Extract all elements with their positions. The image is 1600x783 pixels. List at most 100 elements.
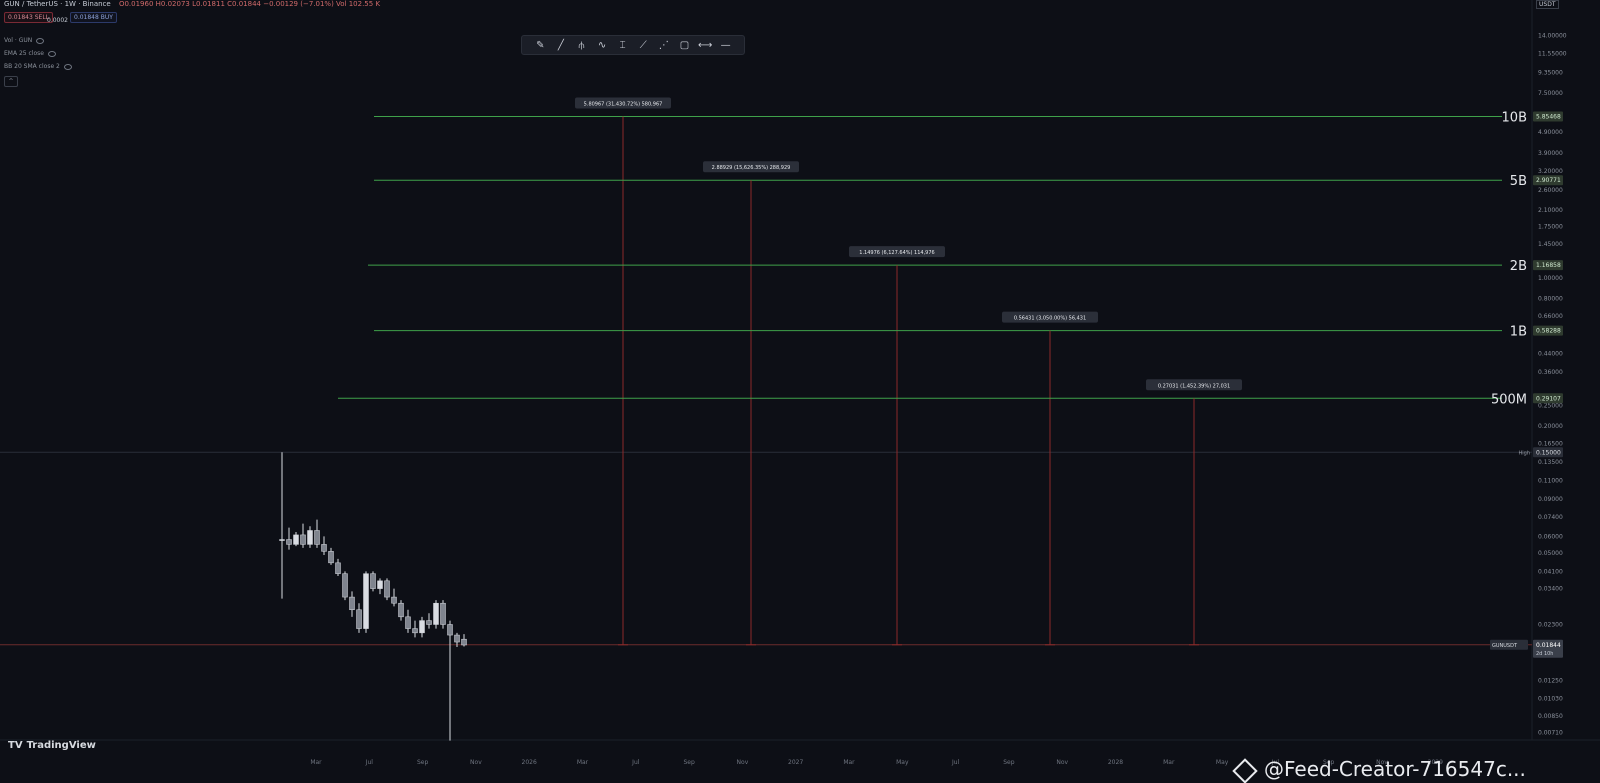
candle-body[interactable] <box>321 544 327 552</box>
candle-body[interactable] <box>342 573 348 598</box>
x-tick-label: Nov <box>470 759 482 766</box>
collapse-indicators-button[interactable]: ^ <box>4 76 18 87</box>
chart-header: GUN / TetherUS · 1W · Binance O0.01960 H… <box>4 0 380 8</box>
rectangle-icon[interactable]: ▢ <box>677 40 691 51</box>
x-tick-label: Sep <box>683 759 695 766</box>
candle-body[interactable] <box>412 628 418 634</box>
buy-button[interactable]: 0.01848 BUY <box>70 12 117 23</box>
y-tick-label: 14.00000 <box>1538 33 1567 40</box>
candle-body[interactable] <box>335 562 341 574</box>
projection-label: 0.56431 (3,050.00%) 56,431 <box>1014 316 1086 322</box>
symbol-title[interactable]: GUN / TetherUS · 1W · Binance <box>4 0 111 8</box>
indicator-label: BB 20 SMA close 2 <box>4 63 60 70</box>
candle-body[interactable] <box>300 534 306 545</box>
projection-label: 1.14976 (6,127.64%) 114,976 <box>859 250 934 256</box>
wave-icon[interactable]: ∿ <box>595 40 609 51</box>
candle-body[interactable] <box>454 634 460 643</box>
y-tick-label: 1.75000 <box>1538 224 1563 231</box>
y-tick-label: 3.90000 <box>1538 150 1563 157</box>
path-icon[interactable]: ⋰ <box>657 40 671 51</box>
candle-body[interactable] <box>440 602 446 625</box>
indicator-vol[interactable]: Vol · GUN <box>4 37 45 44</box>
sell-button[interactable]: 0.01843 SELL <box>4 12 54 23</box>
candle-body[interactable] <box>447 624 453 636</box>
indicator-label: Vol · GUN <box>4 37 33 44</box>
indicator-ema[interactable]: EMA 25 close <box>4 50 56 57</box>
candle-body[interactable] <box>377 580 383 589</box>
brush-icon[interactable]: ⟋ <box>636 40 650 51</box>
range-icon[interactable]: ⟷ <box>698 40 712 51</box>
x-tick-label: Sep <box>417 759 429 766</box>
level-axis-label: 1.16858 <box>1536 262 1561 269</box>
candle-body[interactable] <box>349 596 355 611</box>
ohlc-readout: O0.01960 H0.02073 L0.01811 C0.01844 −0.0… <box>118 0 381 8</box>
candle-body[interactable] <box>286 539 292 545</box>
projection-label: 0.27031 (1,452.39%) 27,031 <box>1158 383 1230 389</box>
binance-logo-icon <box>1232 757 1258 783</box>
candle-body[interactable] <box>370 573 376 589</box>
candle-body[interactable] <box>433 602 439 625</box>
y-tick-label: 9.35000 <box>1538 70 1563 77</box>
x-tick-label: May <box>1216 759 1229 766</box>
projection-label: 2.88929 (15,626.35%) 288,929 <box>712 165 791 171</box>
level-name-1b: 1B <box>1510 325 1527 340</box>
level-name-500m: 500M <box>1491 392 1527 407</box>
indicator-label: EMA 25 close <box>4 50 44 57</box>
y-tick-label: 0.44000 <box>1538 350 1563 357</box>
x-tick-label: 2026 <box>522 759 537 766</box>
currency-label[interactable]: USDT <box>1536 0 1559 9</box>
candle-body[interactable] <box>426 620 432 625</box>
candle-body[interactable] <box>384 580 390 598</box>
candle-body[interactable] <box>314 530 320 545</box>
high-label: High <box>1519 450 1531 456</box>
x-tick-label: Jul <box>631 759 640 766</box>
eye-icon[interactable] <box>36 37 45 44</box>
x-tick-label: Mar <box>1163 759 1175 766</box>
x-tick-label: Jul <box>951 759 960 766</box>
y-tick-label: 2.10000 <box>1538 207 1563 214</box>
x-tick-label: Nov <box>737 759 749 766</box>
candle-body[interactable] <box>398 602 404 618</box>
y-tick-label: 0.00850 <box>1538 713 1563 720</box>
line-icon[interactable]: ╱ <box>554 40 568 51</box>
candle-body[interactable] <box>279 539 285 541</box>
high-value-label: 0.15000 <box>1536 449 1561 456</box>
tradingview-logo-icon: TV <box>8 740 23 751</box>
fork-icon[interactable]: ⫛ <box>574 40 588 51</box>
eye-icon[interactable] <box>47 50 56 57</box>
candle-body[interactable] <box>356 609 362 629</box>
candle-body[interactable] <box>293 534 299 545</box>
candle-body[interactable] <box>363 573 369 629</box>
projection-label: 5.80967 (31,430.72%) 580,967 <box>584 102 663 108</box>
x-tick-label: Nov <box>1056 759 1068 766</box>
pencil-icon[interactable]: ✎ <box>533 40 547 51</box>
y-tick-label: 0.20000 <box>1538 423 1563 430</box>
candle-body[interactable] <box>328 551 334 564</box>
minus-icon[interactable]: — <box>719 40 733 51</box>
y-tick-label: 1.00000 <box>1538 275 1563 282</box>
price-chart[interactable]: 14.00000 11.55000 9.35000 7.50000 4.90000 3.9… <box>0 0 1600 783</box>
level-axis-label: 5.85468 <box>1536 114 1561 121</box>
x-tick-label: 2027 <box>788 759 803 766</box>
level-name-2b: 2B <box>1510 259 1527 274</box>
y-tick-label: 0.07400 <box>1538 514 1563 521</box>
tradingview-logo[interactable]: TV TradingView <box>8 740 96 751</box>
indicator-bb[interactable]: BB 20 SMA close 2 <box>4 63 72 70</box>
candle-body[interactable] <box>307 530 313 545</box>
tradingview-name: TradingView <box>26 740 96 751</box>
eye-icon[interactable] <box>63 63 72 70</box>
text-cursor-icon[interactable]: ⌶ <box>616 40 630 51</box>
y-tick-label: 0.00710 <box>1538 729 1563 736</box>
y-tick-label: 0.09000 <box>1538 496 1563 503</box>
candle-body[interactable] <box>391 596 397 604</box>
candle-body[interactable] <box>419 620 425 634</box>
x-tick-label: 2028 <box>1108 759 1123 766</box>
y-tick-label: 0.05000 <box>1538 550 1563 557</box>
countdown-label: 2d 10h <box>1536 651 1553 657</box>
y-tick-label: 0.01030 <box>1538 695 1563 702</box>
candle-body[interactable] <box>405 616 411 629</box>
y-tick-label: 0.13500 <box>1538 459 1563 466</box>
y-tick-label: 3.20000 <box>1538 168 1563 175</box>
candle-body[interactable] <box>461 638 467 646</box>
y-tick-label: 2.60000 <box>1538 187 1563 194</box>
